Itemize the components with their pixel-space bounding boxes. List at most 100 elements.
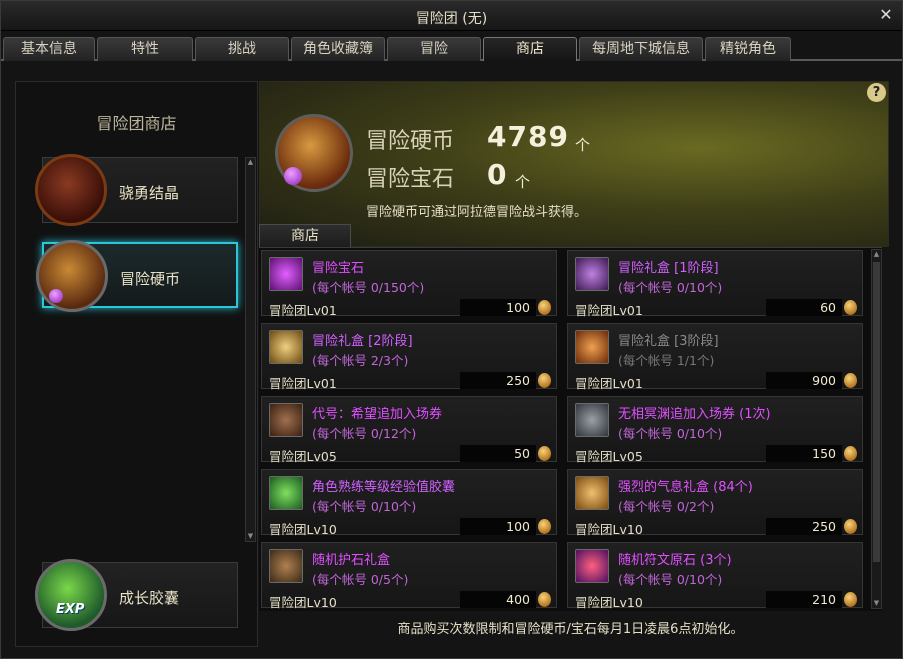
item-price: 100 — [506, 519, 530, 534]
coin-icon — [844, 592, 857, 607]
valor-crystal-icon — [35, 154, 107, 226]
ticket-icon — [575, 403, 609, 437]
scroll-thumb[interactable] — [873, 262, 880, 562]
shop-heading: 冒险团商店 — [96, 114, 177, 133]
tab-bar: 基本信息 特性 挑战 角色收藏簿 冒险 商店 每周地下城信息 精锐角色 — [1, 37, 902, 61]
coin-source-note: 冒险硬币可通过阿拉德冒险战斗获得。 — [366, 205, 588, 220]
item-required-level: 冒险团Lv10 — [575, 595, 643, 610]
item-name: 角色熟练等级经验值胶囊 — [312, 480, 456, 495]
coin-icon — [538, 373, 551, 388]
shop-item-card[interactable]: 角色熟练等级经验值胶囊 (每个帐号 0/10个) 冒险团Lv10 100 — [261, 469, 557, 537]
item-price: 250 — [506, 373, 530, 388]
ticket-icon — [269, 403, 303, 437]
item-limit: (每个帐号 0/10个) — [618, 572, 723, 587]
item-limit: (每个帐号 2/3个) — [312, 353, 409, 368]
tab-weekly-dungeon-info[interactable]: 每周地下城信息 — [579, 37, 703, 61]
shop-item-card[interactable]: 代号：希望追加入场券 (每个帐号 0/12个) 冒险团Lv05 50 — [261, 396, 557, 464]
tab-shop[interactable]: 商店 — [483, 37, 577, 61]
item-required-level: 冒险团Lv01 — [269, 303, 337, 318]
price-box: 400 — [460, 591, 536, 608]
shop-item-card[interactable]: 冒险礼盒 [3阶段] (每个帐号 1/1个) 冒险团Lv01 900 — [567, 323, 863, 391]
shop-item-card[interactable]: 强烈的气息礼盒 (84个) (每个帐号 0/2个) 冒险团Lv10 250 — [567, 469, 863, 537]
item-scrollbar[interactable]: ▲ ▼ — [871, 249, 882, 609]
treasure-chest-icon — [275, 114, 353, 192]
item-name: 无相冥渊追加入场券 (1次) — [618, 407, 771, 422]
item-limit: (每个帐号 0/10个) — [618, 280, 723, 295]
item-name: 冒险礼盒 [3阶段] — [618, 334, 719, 349]
coin-icon — [538, 446, 551, 461]
tab-shop-list[interactable]: 商店 — [259, 224, 351, 247]
gem-icon — [49, 289, 63, 303]
item-required-level: 冒险团Lv05 — [575, 449, 643, 464]
item-price: 60 — [820, 300, 836, 315]
category-valor-crystal[interactable]: 骁勇结晶 — [35, 154, 238, 226]
price-box: 210 — [766, 591, 842, 608]
shop-category-panel: 冒险团商店 骁勇结晶 冒险硬币 EXP 成长胶囊 ▲ ▼ — [15, 81, 258, 647]
tab-character-collection[interactable]: 角色收藏簿 — [291, 37, 385, 61]
item-required-level: 冒险团Lv01 — [575, 376, 643, 391]
category-scrollbar[interactable]: ▲ ▼ — [245, 157, 256, 542]
scroll-down-icon[interactable]: ▼ — [872, 599, 881, 608]
item-name: 强烈的气息礼盒 (84个) — [618, 480, 753, 495]
coin-icon — [844, 519, 857, 534]
tab-adventure[interactable]: 冒险 — [387, 37, 481, 61]
item-price: 900 — [812, 373, 836, 388]
item-required-level: 冒险团Lv05 — [269, 449, 337, 464]
tab-elite-characters[interactable]: 精锐角色 — [705, 37, 791, 61]
coin-label: 冒险硬币 — [366, 129, 455, 154]
item-price: 250 — [812, 519, 836, 534]
item-required-level: 冒险团Lv10 — [269, 522, 337, 537]
item-limit: (每个帐号 0/5个) — [312, 572, 409, 587]
gem-label: 冒险宝石 — [366, 167, 455, 192]
gift-box-icon — [575, 476, 609, 510]
gem-icon — [269, 257, 303, 291]
item-limit: (每个帐号 0/150个) — [312, 280, 425, 295]
item-limit: (每个帐号 1/1个) — [618, 353, 715, 368]
item-limit: (每个帐号 0/2个) — [618, 499, 715, 514]
adventure-team-window: 冒险团 (无) ✕ 基本信息 特性 挑战 角色收藏簿 冒险 商店 每周地下城信息… — [0, 0, 903, 659]
price-box: 100 — [460, 518, 536, 535]
price-box: 250 — [460, 372, 536, 389]
item-price: 50 — [514, 446, 530, 461]
help-icon[interactable]: ? — [867, 83, 886, 102]
shop-item-grid: 冒险宝石 (每个帐号 0/150个) 冒险团Lv01 100 冒险礼盒 [1阶段… — [259, 247, 882, 611]
coin-unit: 个 — [575, 136, 591, 154]
item-name: 随机符文原石 (3个) — [618, 553, 732, 568]
item-limit: (每个帐号 0/10个) — [312, 499, 417, 514]
coin-icon — [844, 446, 857, 461]
category-label: 骁勇结晶 — [119, 184, 180, 202]
coin-value: 4789 — [487, 120, 569, 153]
category-growth-capsule[interactable]: EXP 成长胶囊 — [35, 559, 238, 631]
tab-challenge[interactable]: 挑战 — [195, 37, 289, 61]
price-box: 60 — [766, 299, 842, 316]
scroll-up-icon[interactable]: ▲ — [872, 250, 881, 259]
gem-icon — [284, 167, 302, 185]
shop-item-card[interactable]: 随机护石礼盒 (每个帐号 0/5个) 冒险团Lv10 400 — [261, 542, 557, 610]
coin-icon — [844, 300, 857, 315]
tab-basic-info[interactable]: 基本信息 — [3, 37, 95, 61]
shop-item-card[interactable]: 冒险礼盒 [2阶段] (每个帐号 2/3个) 冒险团Lv01 250 — [261, 323, 557, 391]
coin-icon — [538, 300, 551, 315]
tab-traits[interactable]: 特性 — [97, 37, 193, 61]
price-box: 100 — [460, 299, 536, 316]
item-price: 150 — [812, 446, 836, 461]
gift-box-icon — [269, 330, 303, 364]
coin-icon — [538, 592, 551, 607]
category-adventure-coin[interactable]: 冒险硬币 — [36, 240, 238, 312]
shop-item-card[interactable]: 无相冥渊追加入场券 (1次) (每个帐号 0/10个) 冒险团Lv05 150 — [567, 396, 863, 464]
item-price: 210 — [812, 592, 836, 607]
shop-item-card[interactable]: 随机符文原石 (3个) (每个帐号 0/10个) 冒险团Lv10 210 — [567, 542, 863, 610]
scroll-up-icon[interactable]: ▲ — [246, 158, 255, 167]
close-icon[interactable]: ✕ — [876, 5, 896, 25]
price-box: 900 — [766, 372, 842, 389]
title-bar: 冒险团 (无) ✕ — [1, 1, 902, 31]
exp-capsule-icon: EXP — [35, 559, 107, 631]
item-required-level: 冒险团Lv10 — [575, 522, 643, 537]
rune-stone-icon — [575, 549, 609, 583]
scroll-down-icon[interactable]: ▼ — [246, 532, 255, 541]
item-name: 冒险礼盒 [1阶段] — [618, 261, 719, 276]
item-limit: (每个帐号 0/12个) — [312, 426, 417, 441]
item-required-level: 冒险团Lv01 — [269, 376, 337, 391]
shop-item-card[interactable]: 冒险礼盒 [1阶段] (每个帐号 0/10个) 冒险团Lv01 60 — [567, 250, 863, 318]
shop-item-card[interactable]: 冒险宝石 (每个帐号 0/150个) 冒险团Lv01 100 — [261, 250, 557, 318]
